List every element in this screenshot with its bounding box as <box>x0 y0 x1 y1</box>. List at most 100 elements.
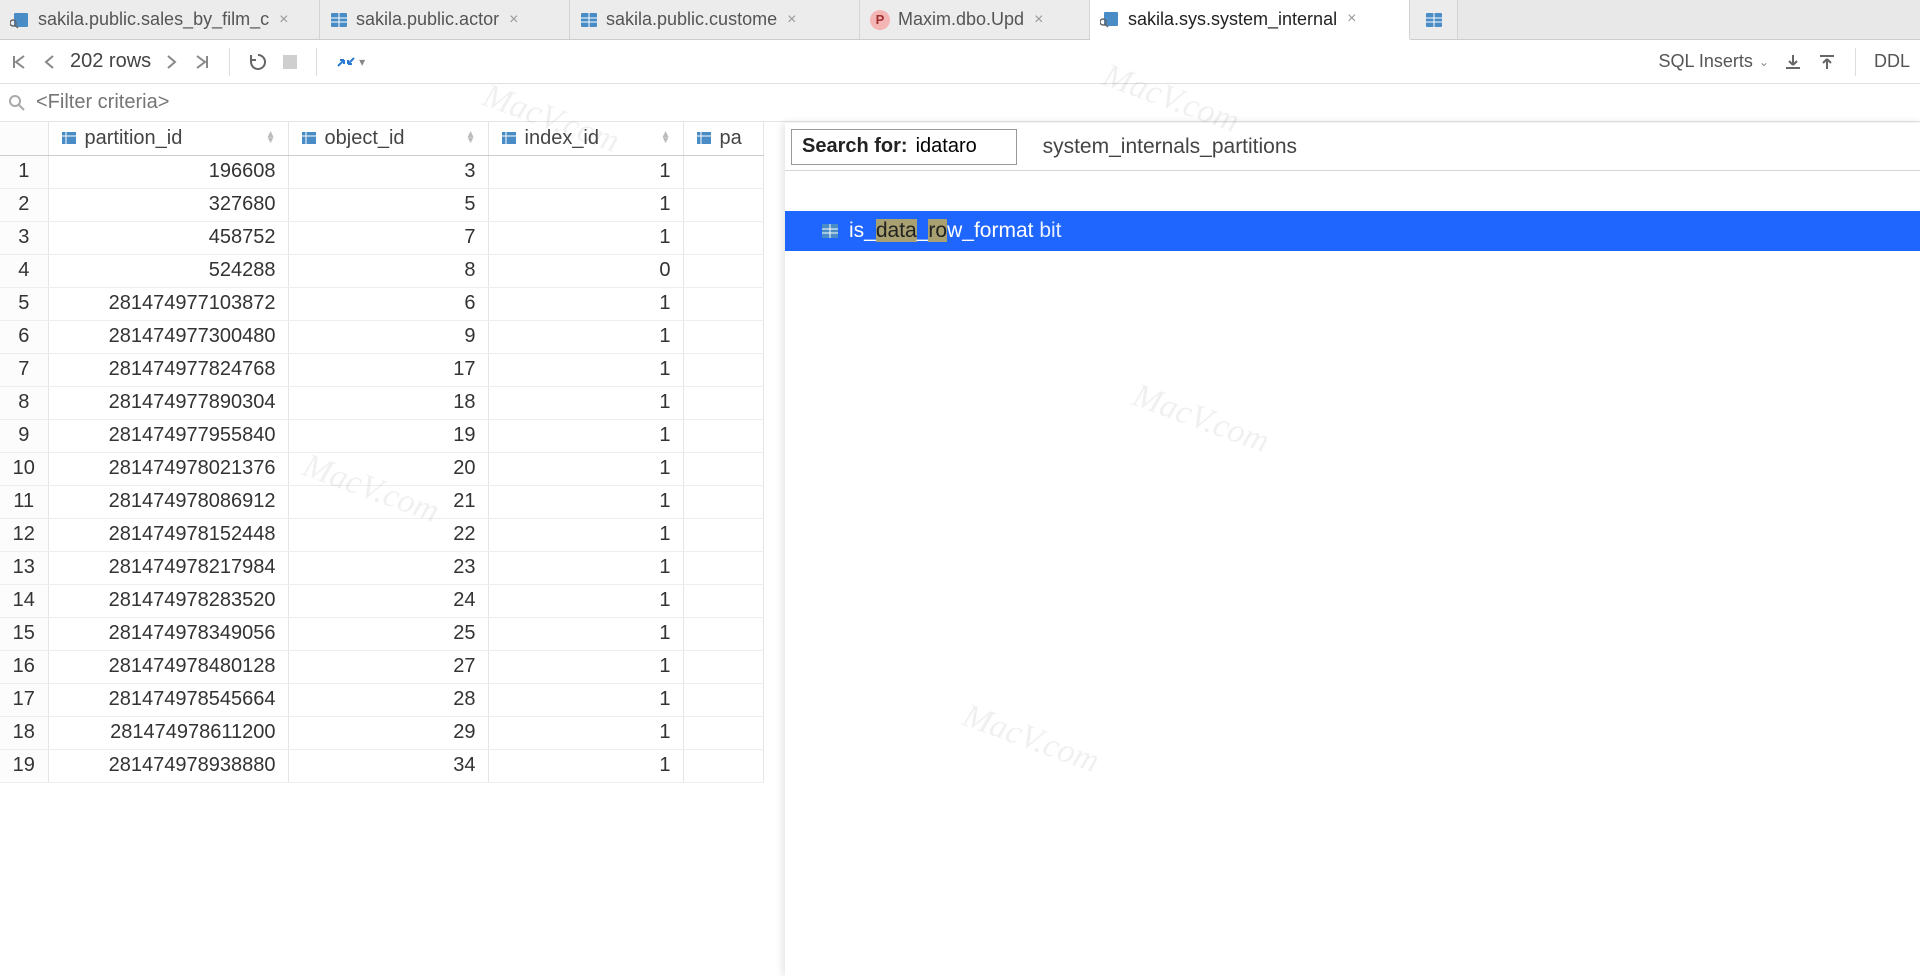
data-cell[interactable]: 27 <box>288 650 488 683</box>
data-cell[interactable]: 281474977955840 <box>48 419 288 452</box>
close-icon[interactable]: × <box>787 11 796 29</box>
data-cell[interactable] <box>683 584 763 617</box>
data-cell[interactable] <box>683 452 763 485</box>
table-row[interactable]: 18281474978611200291 <box>0 716 763 749</box>
tab-customer[interactable]: sakila.public.custome × <box>570 0 860 39</box>
data-cell[interactable] <box>683 551 763 584</box>
data-cell[interactable]: 1 <box>488 188 683 221</box>
table-row[interactable]: 11281474978086912211 <box>0 485 763 518</box>
data-cell[interactable]: 1 <box>488 419 683 452</box>
close-icon[interactable]: × <box>1034 11 1043 29</box>
data-cell[interactable]: 458752 <box>48 221 288 254</box>
filter-input[interactable] <box>36 91 1912 114</box>
data-cell[interactable]: 1 <box>488 551 683 584</box>
table-row[interactable]: 232768051 <box>0 188 763 221</box>
data-cell[interactable]: 281474978283520 <box>48 584 288 617</box>
data-cell[interactable]: 28 <box>288 683 488 716</box>
import-up-button[interactable] <box>1817 52 1837 72</box>
data-cell[interactable]: 8 <box>288 254 488 287</box>
data-cell[interactable]: 281474977824768 <box>48 353 288 386</box>
data-cell[interactable] <box>683 419 763 452</box>
col-header-partition-id[interactable]: partition_id ▲▼ <box>48 122 288 155</box>
table-row[interactable]: 14281474978283520241 <box>0 584 763 617</box>
close-icon[interactable]: × <box>509 11 518 29</box>
data-cell[interactable]: 24 <box>288 584 488 617</box>
data-cell[interactable] <box>683 518 763 551</box>
data-cell[interactable]: 281474978349056 <box>48 617 288 650</box>
tab-sales-by-film[interactable]: sakila.public.sales_by_film_c × <box>0 0 320 39</box>
tab-system-internal[interactable]: sakila.sys.system_internal × <box>1090 0 1410 40</box>
data-cell[interactable]: 0 <box>488 254 683 287</box>
reload-button[interactable] <box>248 52 268 72</box>
table-row[interactable]: 7281474977824768171 <box>0 353 763 386</box>
data-cell[interactable]: 3 <box>288 155 488 188</box>
table-row[interactable]: 19281474978938880341 <box>0 749 763 782</box>
data-cell[interactable]: 17 <box>288 353 488 386</box>
transpose-button[interactable]: ▾ <box>335 52 365 72</box>
data-cell[interactable]: 1 <box>488 683 683 716</box>
data-cell[interactable]: 327680 <box>48 188 288 221</box>
data-cell[interactable]: 1 <box>488 518 683 551</box>
data-cell[interactable]: 524288 <box>48 254 288 287</box>
data-cell[interactable]: 1 <box>488 452 683 485</box>
table-row[interactable]: 8281474977890304181 <box>0 386 763 419</box>
data-cell[interactable] <box>683 749 763 782</box>
data-cell[interactable] <box>683 287 763 320</box>
data-cell[interactable] <box>683 353 763 386</box>
data-cell[interactable] <box>683 254 763 287</box>
data-cell[interactable]: 19 <box>288 419 488 452</box>
data-cell[interactable]: 1 <box>488 716 683 749</box>
data-cell[interactable]: 9 <box>288 320 488 353</box>
sort-icon[interactable]: ▲▼ <box>466 132 476 144</box>
first-page-button[interactable] <box>10 53 28 71</box>
data-cell[interactable] <box>683 155 763 188</box>
search-result-item[interactable]: is_data_row_format bit <box>785 211 1920 251</box>
data-cell[interactable]: 281474978086912 <box>48 485 288 518</box>
data-cell[interactable] <box>683 386 763 419</box>
table-row[interactable]: 15281474978349056251 <box>0 617 763 650</box>
tab-maxim-upd[interactable]: P Maxim.dbo.Upd × <box>860 0 1090 39</box>
data-cell[interactable]: 281474978021376 <box>48 452 288 485</box>
data-cell[interactable]: 1 <box>488 584 683 617</box>
data-cell[interactable] <box>683 617 763 650</box>
close-icon[interactable]: × <box>279 11 288 29</box>
table-row[interactable]: 9281474977955840191 <box>0 419 763 452</box>
data-cell[interactable]: 281474977103872 <box>48 287 288 320</box>
data-cell[interactable]: 25 <box>288 617 488 650</box>
data-cell[interactable] <box>683 485 763 518</box>
col-header-partial[interactable]: pa <box>683 122 763 155</box>
data-cell[interactable]: 1 <box>488 155 683 188</box>
sort-icon[interactable]: ▲▼ <box>266 132 276 144</box>
data-cell[interactable]: 18 <box>288 386 488 419</box>
table-row[interactable]: 345875271 <box>0 221 763 254</box>
table-row[interactable]: 452428880 <box>0 254 763 287</box>
data-cell[interactable]: 23 <box>288 551 488 584</box>
data-cell[interactable] <box>683 650 763 683</box>
data-cell[interactable]: 34 <box>288 749 488 782</box>
search-input[interactable] <box>916 135 1006 158</box>
data-cell[interactable]: 1 <box>488 485 683 518</box>
ddl-button[interactable]: DDL <box>1874 51 1910 72</box>
data-cell[interactable]: 281474977890304 <box>48 386 288 419</box>
table-row[interactable]: 528147497710387261 <box>0 287 763 320</box>
data-cell[interactable]: 1 <box>488 617 683 650</box>
data-cell[interactable]: 1 <box>488 353 683 386</box>
data-cell[interactable] <box>683 683 763 716</box>
last-page-button[interactable] <box>193 53 211 71</box>
data-cell[interactable]: 22 <box>288 518 488 551</box>
data-cell[interactable]: 21 <box>288 485 488 518</box>
next-page-button[interactable] <box>165 53 179 71</box>
data-cell[interactable]: 281474978611200 <box>48 716 288 749</box>
data-cell[interactable]: 281474978152448 <box>48 518 288 551</box>
table-row[interactable]: 10281474978021376201 <box>0 452 763 485</box>
table-row[interactable]: 12281474978152448221 <box>0 518 763 551</box>
data-cell[interactable]: 6 <box>288 287 488 320</box>
stop-button[interactable] <box>282 54 298 70</box>
prev-page-button[interactable] <box>42 53 56 71</box>
data-cell[interactable]: 196608 <box>48 155 288 188</box>
tab-actor[interactable]: sakila.public.actor × <box>320 0 570 39</box>
data-cell[interactable]: 1 <box>488 320 683 353</box>
data-cell[interactable]: 281474977300480 <box>48 320 288 353</box>
export-down-button[interactable] <box>1783 52 1803 72</box>
data-cell[interactable]: 1 <box>488 221 683 254</box>
